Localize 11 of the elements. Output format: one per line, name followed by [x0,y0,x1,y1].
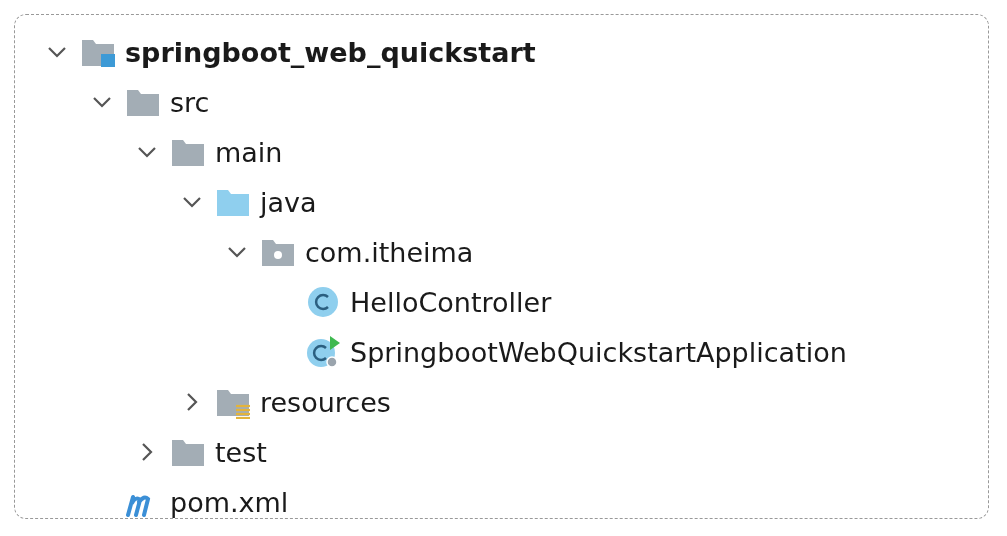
tree-item-label[interactable]: main [215,136,283,168]
tree-item-label[interactable]: SpringbootWebQuickstartApplication [350,336,847,368]
tree-item-label[interactable]: springboot_web_quickstart [125,36,536,68]
run-class-icon [304,335,342,369]
tree-item-label[interactable]: java [260,186,317,218]
tree-item-label[interactable]: com.itheima [305,236,474,268]
tree-item-label[interactable]: resources [260,386,391,418]
tree-item-label[interactable]: pom.xml [170,486,289,518]
tree-item-label[interactable]: HelloController [350,286,552,318]
tree-item-label[interactable]: test [215,436,267,468]
tree-item-label[interactable]: src [170,86,210,118]
